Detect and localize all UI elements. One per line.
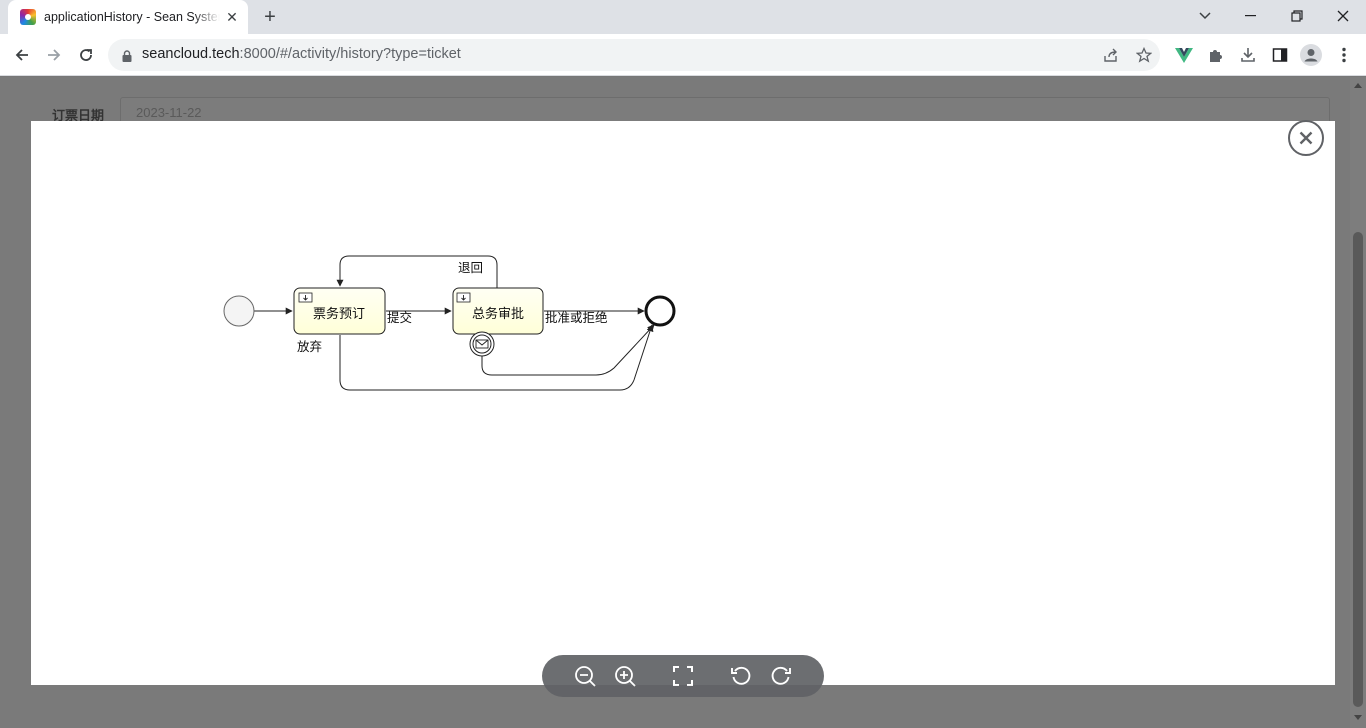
side-panel-icon[interactable]: [1269, 44, 1291, 66]
share-icon[interactable]: [1101, 45, 1121, 65]
restore-button[interactable]: [1274, 0, 1320, 32]
chrome-menu-icon[interactable]: [1333, 44, 1355, 66]
zoom-out-icon[interactable]: [573, 664, 597, 688]
rotate-right-icon[interactable]: [769, 664, 793, 688]
vue-devtools-icon[interactable]: [1173, 44, 1195, 66]
scroll-thumb[interactable]: [1353, 232, 1363, 707]
profile-avatar-icon[interactable]: [1300, 44, 1322, 66]
forward-icon[interactable]: [40, 41, 68, 69]
tab-close-icon[interactable]: ✕: [224, 9, 240, 25]
tab-strip: applicationHistory - Sean System ✕ +: [0, 0, 1366, 34]
scroll-down-arrow[interactable]: [1354, 715, 1362, 720]
favicon-icon: [20, 9, 36, 25]
page-scrollbar[interactable]: [1350, 77, 1366, 728]
download-icon[interactable]: [1237, 44, 1259, 66]
bookmark-star-icon[interactable]: [1134, 45, 1154, 65]
new-tab-button[interactable]: +: [258, 6, 282, 28]
close-window-button[interactable]: [1320, 0, 1366, 32]
url-text[interactable]: seancloud.tech:8000/#/activity/history?t…: [142, 46, 461, 62]
address-bar[interactable]: seancloud.tech:8000/#/activity/history?t…: [108, 39, 1160, 71]
scroll-up-arrow[interactable]: [1354, 83, 1362, 88]
back-icon[interactable]: [8, 41, 36, 69]
tab-title: applicationHistory - Sean System: [44, 10, 220, 24]
lock-icon[interactable]: [122, 49, 132, 67]
reload-icon[interactable]: [72, 41, 100, 69]
browser-toolbar: seancloud.tech:8000/#/activity/history?t…: [0, 34, 1366, 76]
tab-search-icon[interactable]: [1182, 0, 1228, 32]
close-circle-icon[interactable]: [1288, 120, 1324, 156]
extensions-icon[interactable]: [1205, 44, 1227, 66]
browser-tab[interactable]: applicationHistory - Sean System ✕: [8, 0, 248, 34]
minimize-button[interactable]: [1228, 0, 1274, 32]
viewer-toolbar: [542, 655, 824, 697]
process-diagram-modal: [31, 121, 1335, 685]
fullscreen-icon[interactable]: [671, 664, 695, 688]
zoom-in-icon[interactable]: [613, 664, 637, 688]
rotate-left-icon[interactable]: [729, 664, 753, 688]
